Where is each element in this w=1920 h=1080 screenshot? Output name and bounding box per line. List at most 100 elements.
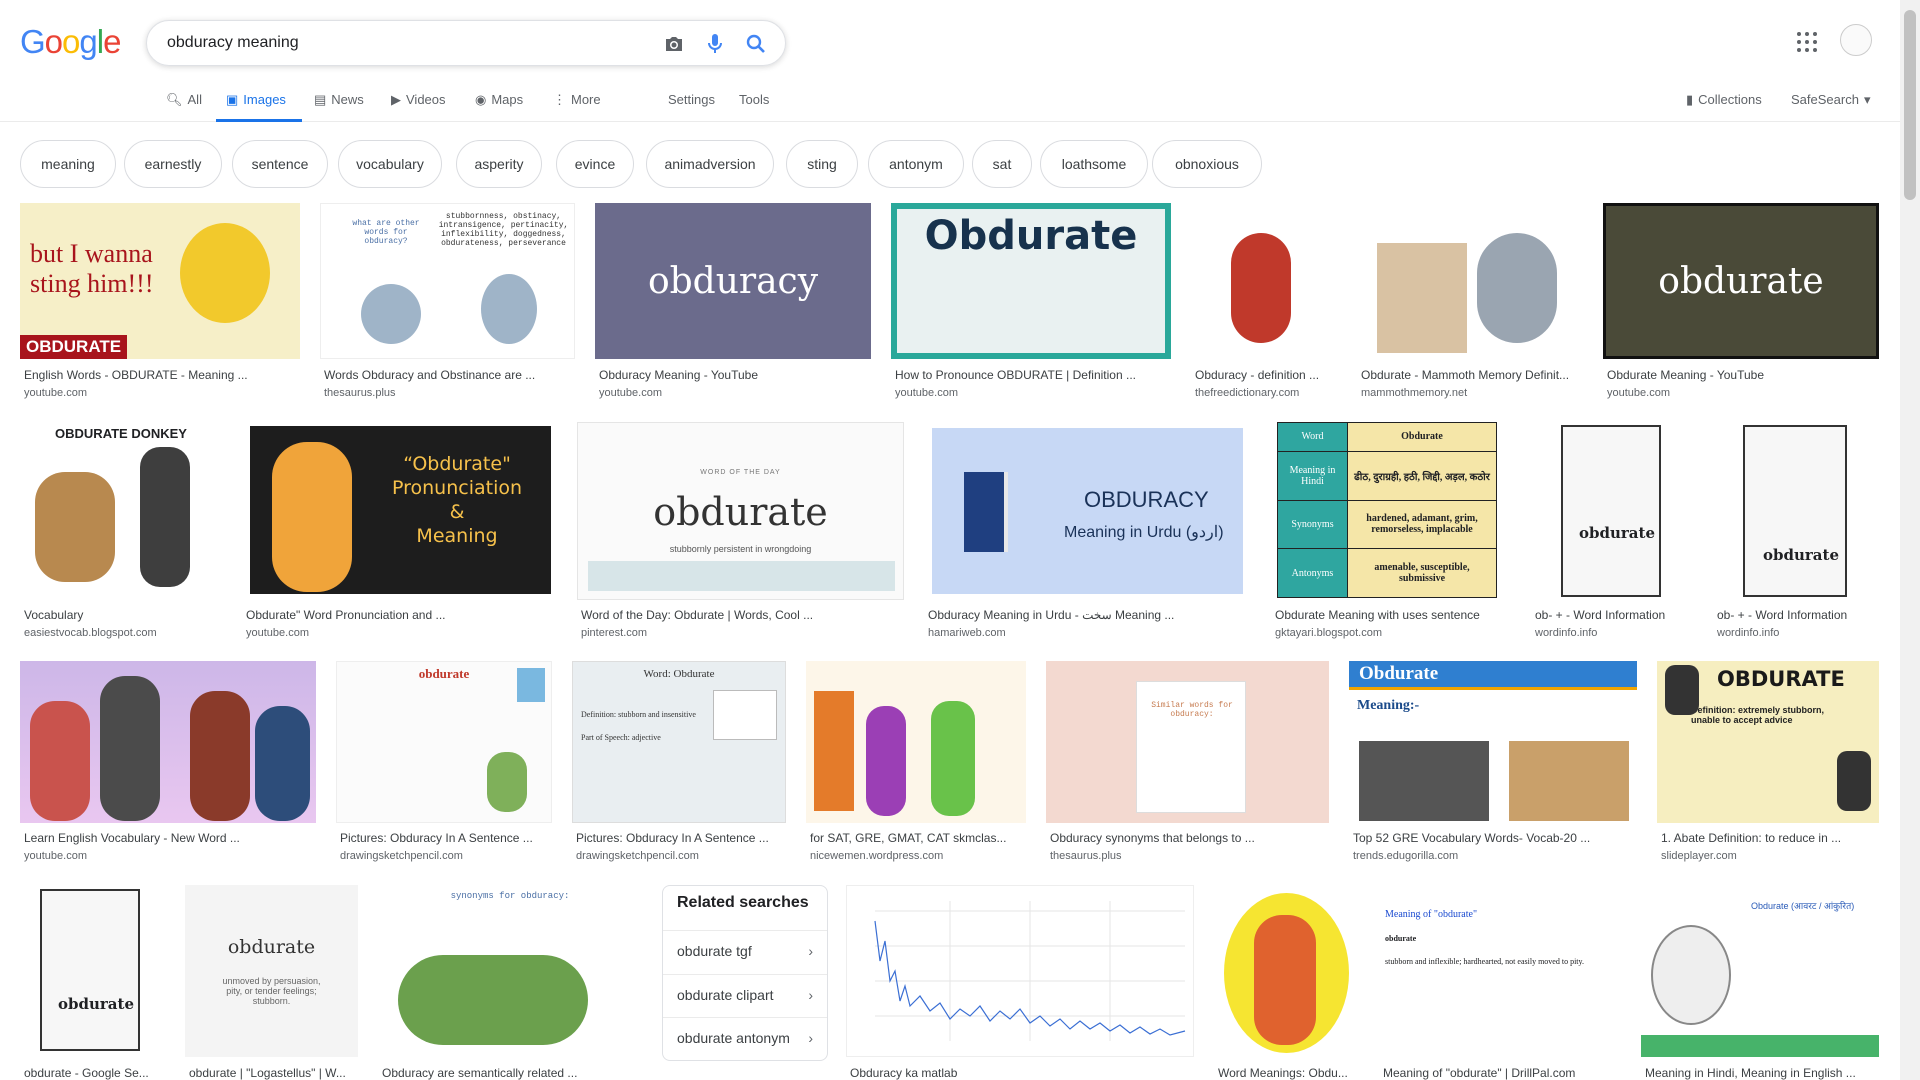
result-title[interactable]: obdurate - Google Se... [24,1066,164,1080]
image-result[interactable]: WORD OF THE DAY obdurate stubbornly pers… [577,422,904,644]
result-source[interactable]: nicewemen.wordpress.com [810,850,943,862]
image-result[interactable]: synonyms for obduracy: Obduracy are sema… [378,885,642,1080]
image-result[interactable]: obdurate Pictures: Obduracy In A Sentenc… [336,661,552,867]
chip[interactable]: loathsome [1040,140,1148,188]
result-title[interactable]: 1. Abate Definition: to reduce in ... [1661,831,1881,845]
chip[interactable]: animadversion [646,140,774,188]
image-result[interactable]: obduracy Obduracy Meaning - YouTube yout… [595,203,871,403]
image-result[interactable]: obdurate Obdurate Meaning - YouTube yout… [1603,203,1879,403]
google-logo[interactable]: Google [20,23,121,61]
result-title[interactable]: Obduracy Meaning in Urdu - سخت Meaning .… [928,608,1248,622]
result-source[interactable]: thesaurus.plus [1050,850,1122,862]
result-source[interactable]: youtube.com [246,627,309,639]
result-title[interactable]: Meaning of "obdurate" | DrillPal.com [1383,1066,1623,1080]
result-source[interactable]: slideplayer.com [1661,850,1737,862]
image-result[interactable]: Word: Obdurate Definition: stubborn and … [572,661,786,867]
result-title[interactable]: Obdurate Meaning - YouTube [1607,368,1877,382]
chip[interactable]: sting [786,140,858,188]
result-source[interactable]: drawingsketchpencil.com [340,850,463,862]
image-result[interactable]: obdurate ob- + - Word Information wordin… [1531,422,1693,644]
search-icon[interactable] [744,32,768,56]
result-title[interactable]: Pictures: Obduracy In A Sentence ... [576,831,786,845]
tab-news[interactable]: ▤ News [314,86,374,122]
image-result[interactable]: Similar words for obduracy: Obduracy syn… [1046,661,1329,867]
image-result[interactable]: OBDURATE Definition: extremely stubborn,… [1657,661,1879,867]
scrollbar-thumb[interactable] [1904,10,1916,200]
tab-settings[interactable]: Settings [668,86,720,122]
tab-tools[interactable]: Tools [739,86,775,122]
result-source[interactable]: trends.edugorilla.com [1353,850,1458,862]
result-title[interactable]: Pictures: Obduracy In A Sentence ... [340,831,550,845]
result-title[interactable]: Learn English Vocabulary - New Word ... [24,831,314,845]
image-result[interactable]: Obduracy ka matlab [846,885,1194,1080]
tab-images[interactable]: ▣ Images [216,86,302,122]
chip[interactable]: meaning [20,140,116,188]
result-title[interactable]: Obduracy are semantically related ... [382,1066,642,1080]
tab-more[interactable]: ⋮ More [553,86,601,122]
result-source[interactable]: thesaurus.plus [324,387,396,399]
result-title[interactable]: Obduracy - definition ... [1195,368,1335,382]
result-title[interactable]: Meaning in Hindi, Meaning in English ... [1645,1066,1881,1080]
result-source[interactable]: mammothmemory.net [1361,387,1467,399]
result-title[interactable]: ob- + - Word Information [1717,608,1877,622]
collections-link[interactable]: ▮ Collections [1686,86,1782,122]
chip[interactable]: antonym [868,140,964,188]
result-source[interactable]: youtube.com [599,387,662,399]
chip[interactable]: earnestly [124,140,222,188]
image-result[interactable]: Obdurate (आवरट / आंकुरित) Meaning in Hin… [1641,885,1879,1080]
chip[interactable]: sentence [232,140,328,188]
image-result[interactable]: Obdurate How to Pronounce OBDURATE | Def… [891,203,1171,403]
image-result[interactable]: obdurate obdurate - Google Se... [20,885,165,1080]
result-title[interactable]: Obduracy Meaning - YouTube [599,368,869,382]
result-title[interactable]: Words Obduracy and Obstinance are ... [324,368,574,382]
image-result[interactable]: Obduracy - definition ... thefreediction… [1191,203,1337,403]
camera-icon[interactable] [662,32,686,56]
tab-all[interactable]: 🔍︎ All [166,86,208,122]
result-title[interactable]: Obdurate" Word Pronunciation and ... [246,608,556,622]
result-title[interactable]: Word Meanings: Obdu... [1218,1066,1358,1080]
result-title[interactable]: English Words - OBDURATE - Meaning ... [24,368,294,382]
image-result[interactable]: OBDURACY Meaning in Urdu (اردو) Obduracy… [924,422,1251,644]
result-source[interactable]: wordinfo.info [1717,627,1779,639]
result-title[interactable]: for SAT, GRE, GMAT, CAT skmclas... [810,831,1025,845]
result-title[interactable]: ob- + - Word Information [1535,608,1695,622]
result-source[interactable]: youtube.com [24,850,87,862]
result-title[interactable]: Obduracy synonyms that belongs to ... [1050,831,1330,845]
result-title[interactable]: Obduracy ka matlab [850,1066,1190,1080]
avatar[interactable] [1840,24,1872,56]
result-source[interactable]: gktayari.blogspot.com [1275,627,1382,639]
image-result[interactable]: Learn English Vocabulary - New Word ... … [20,661,316,867]
result-source[interactable]: easiestvocab.blogspot.com [24,627,157,639]
result-title[interactable]: Top 52 GRE Vocabulary Words- Vocab-20 ..… [1353,831,1638,845]
microphone-icon[interactable] [703,32,727,56]
result-title[interactable]: Vocabulary [24,608,224,622]
result-title[interactable]: obdurate | "Logastellus" | W... [189,1066,359,1080]
result-source[interactable]: youtube.com [895,387,958,399]
chip[interactable]: obnoxious [1152,140,1262,188]
related-item[interactable]: obdurate antonym › [663,1017,827,1059]
image-result[interactable]: “Obdurate" Pronunciation & Meaning Obdur… [242,422,557,644]
related-item[interactable]: obdurate clipart › [663,974,827,1016]
result-source[interactable]: drawingsketchpencil.com [576,850,699,862]
result-title[interactable]: Obdurate Meaning with uses sentence [1275,608,1503,622]
result-source[interactable]: wordinfo.info [1535,627,1597,639]
image-result[interactable]: Word Meanings: Obdu... [1214,885,1359,1080]
image-result[interactable]: Obdurate - Mammoth Memory Definit... mam… [1357,203,1582,403]
page-scrollbar[interactable] [1900,0,1920,1080]
result-source[interactable]: hamariweb.com [928,627,1006,639]
image-result[interactable]: Word Obdurate Meaning in Hindi ढीठ, दुराग्… [1271,422,1503,644]
result-source[interactable]: youtube.com [24,387,87,399]
image-result[interactable]: OBDURATE DONKEY Vocabulary easiestvocab.… [20,422,222,644]
search-input[interactable] [167,32,637,54]
result-source[interactable]: youtube.com [1607,387,1670,399]
image-result[interactable]: for SAT, GRE, GMAT, CAT skmclas... nicew… [806,661,1026,867]
chip[interactable]: evince [556,140,634,188]
image-result[interactable]: what are other words for obduracy? stubb… [320,203,575,403]
chip[interactable]: asperity [456,140,542,188]
safesearch-dropdown[interactable]: SafeSearch ▾ [1791,86,1881,122]
tab-maps[interactable]: ◉ Maps [475,86,535,122]
result-title[interactable]: How to Pronounce OBDURATE | Definition .… [895,368,1165,382]
image-result[interactable]: but I wanna sting him!!! OBDURATE Englis… [20,203,300,403]
chip[interactable]: sat [972,140,1032,188]
image-result[interactable]: obdurate unmoved by persuasion, pity, or… [185,885,358,1080]
